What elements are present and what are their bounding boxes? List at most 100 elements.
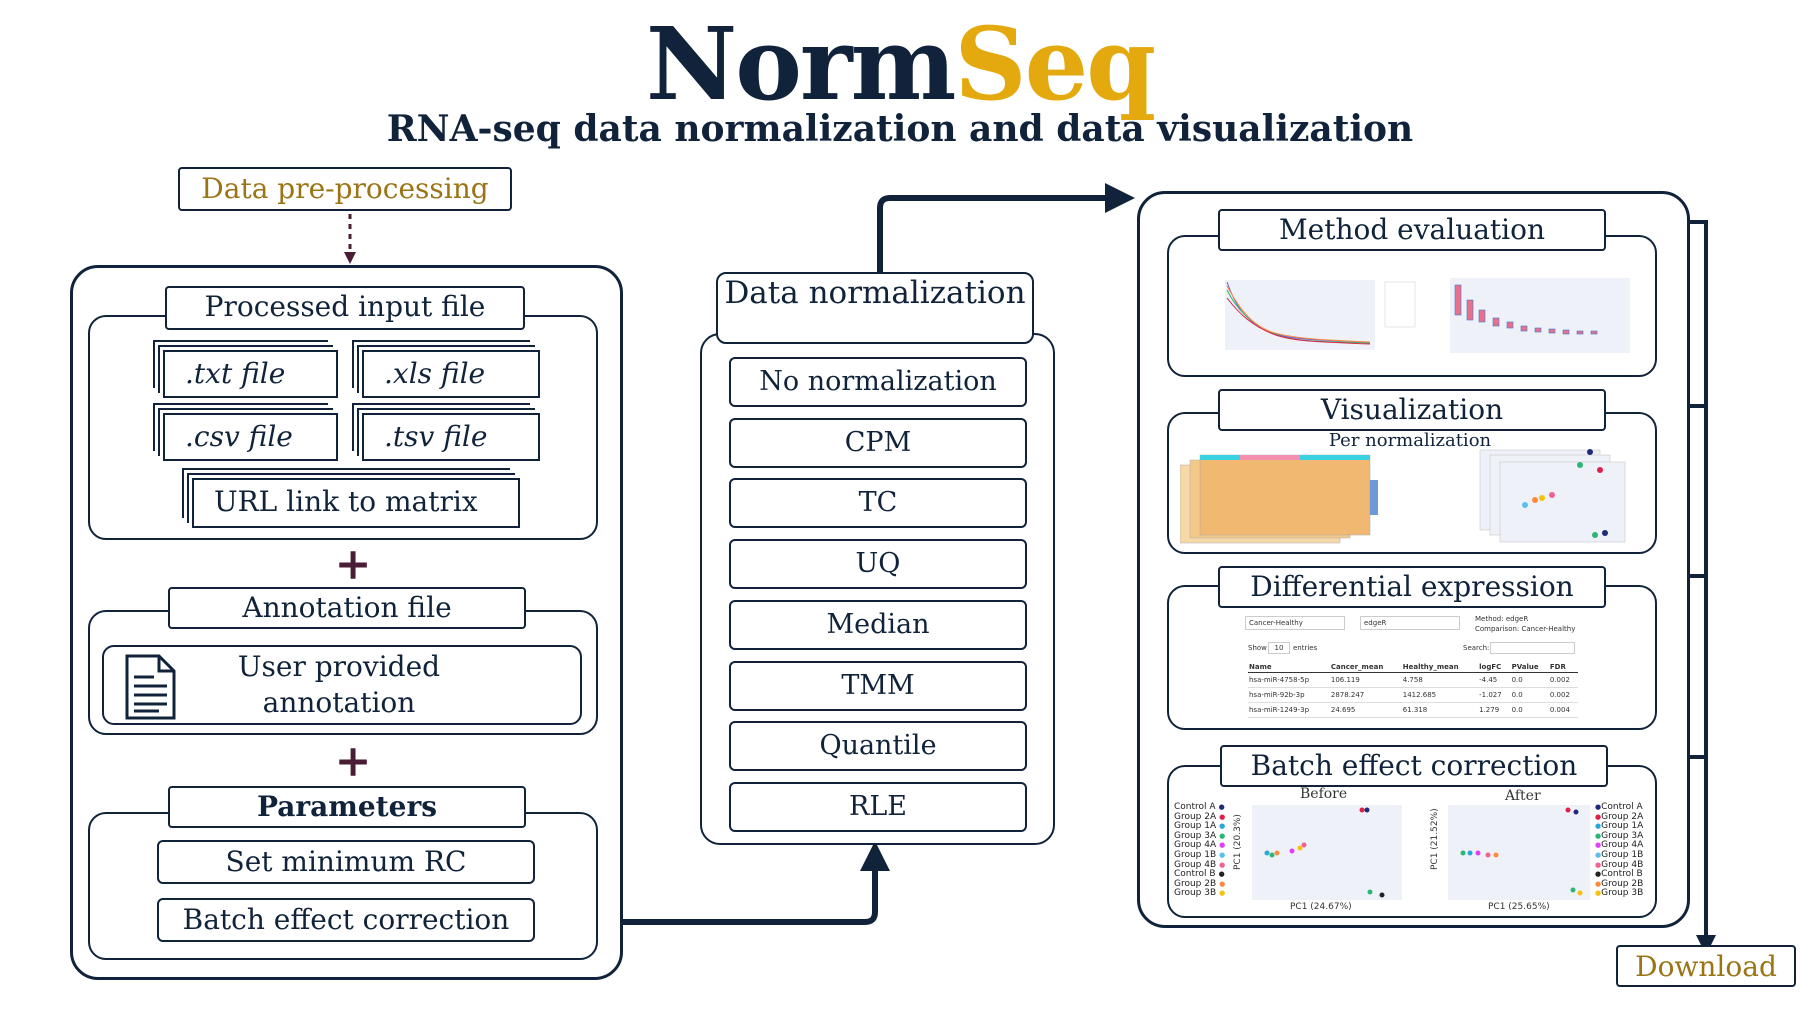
xls-file-option[interactable]: .xls file	[362, 350, 540, 398]
legend-label: Group 2B	[1601, 878, 1644, 889]
method-uq[interactable]: UQ	[729, 539, 1027, 589]
method-evaluation-title: Method evaluation	[1218, 209, 1606, 251]
legend-label: Group 3B	[1174, 888, 1217, 899]
legend-marker-icon: ●	[1219, 822, 1226, 831]
col-logfc[interactable]: logFC	[1478, 662, 1510, 673]
normalization-title: Data normalization	[716, 272, 1034, 344]
annotation-label: User provided annotation	[237, 650, 441, 719]
legend-label: Group 1A	[1174, 821, 1217, 832]
legend-marker-icon: ●	[1218, 803, 1225, 811]
legend-marker-icon: ●	[1219, 850, 1226, 859]
legend-label: Group 2A	[1601, 811, 1644, 822]
table-row: hsa-miR-92b-3p 2878.247 1412.685 -1.027 …	[1248, 688, 1578, 703]
col-fdr[interactable]: FDR	[1549, 662, 1578, 673]
tsv-file-option[interactable]: .tsv file	[362, 413, 540, 461]
download-button[interactable]: Download	[1616, 945, 1796, 987]
batch-correction-parameter[interactable]: Batch effect correction	[157, 898, 535, 942]
parameters-title: Parameters	[168, 786, 526, 828]
after-y-axis: PC1 (21.52%)	[1430, 808, 1440, 870]
after-x-axis: PC1 (25.65%)	[1488, 902, 1550, 912]
txt-file-option[interactable]: .txt file	[163, 350, 338, 398]
annotation-title: Annotation file	[168, 587, 526, 629]
batch-title: Batch effect correction	[1220, 745, 1608, 787]
method-cpm[interactable]: CPM	[729, 418, 1027, 468]
cell: 0.002	[1549, 676, 1570, 684]
col-name[interactable]: Name	[1248, 662, 1330, 673]
entries-label: entries	[1293, 644, 1318, 652]
input-file-title: Processed input file	[165, 286, 525, 330]
cell: 106.119	[1330, 676, 1360, 684]
after-scatter	[1448, 805, 1590, 900]
legend-item: Group 3B ●	[1174, 889, 1244, 899]
before-x-axis: PC1 (24.67%)	[1290, 902, 1352, 912]
visualization-title: Visualization	[1218, 389, 1606, 431]
search-label: Search:	[1463, 644, 1490, 652]
method-quantile[interactable]: Quantile	[729, 721, 1027, 771]
method-rle[interactable]: RLE	[729, 782, 1027, 832]
cell: 2878.247	[1330, 691, 1365, 699]
legend-label: Group 4B	[1174, 859, 1217, 870]
method-evaluation-charts	[1225, 278, 1630, 353]
cell: 1.279	[1479, 706, 1500, 714]
method-line: Method: edgeR	[1475, 615, 1529, 623]
show-select[interactable]: 10	[1268, 642, 1290, 654]
legend-label: Group 2A	[1174, 811, 1217, 822]
url-link-option[interactable]: URL link to matrix	[192, 478, 520, 528]
cell: 1412.685	[1402, 691, 1437, 699]
legend-label: Control A	[1174, 802, 1216, 812]
col-cancer-mean[interactable]: Cancer_mean	[1330, 662, 1402, 673]
legend-marker-icon: ●	[1219, 812, 1226, 821]
after-label: After	[1505, 788, 1541, 804]
cell: hsa-miR-4758-5p	[1249, 676, 1310, 684]
cell: 0.0	[1511, 706, 1523, 714]
batch-legend-after: ●Control A ●Group 2A ●Group 1A ●Group 3A ●Gr…	[1595, 802, 1665, 899]
cell: hsa-miR-1249-3p	[1249, 706, 1310, 714]
preprocessing-label: Data pre-processing	[178, 167, 512, 211]
legend-label: Group 1B	[1601, 849, 1644, 860]
before-y-axis: PC1 (20.3%)	[1233, 814, 1243, 870]
cell: -1.027	[1479, 691, 1502, 699]
legend-label: Control B	[1174, 869, 1216, 880]
legend-label: Group 4B	[1601, 859, 1644, 870]
legend-label: Group 1B	[1174, 849, 1217, 860]
col-pvalue[interactable]: PValue	[1511, 662, 1549, 673]
legend-label: Group 4A	[1601, 840, 1644, 851]
visualization-charts	[1180, 449, 1626, 544]
legend-label: Group 3A	[1174, 830, 1217, 841]
legend-label: Control A	[1601, 802, 1643, 812]
cell: 24.695	[1330, 706, 1356, 714]
col-healthy-mean[interactable]: Healthy_mean	[1402, 662, 1478, 673]
legend-label: Group 3B	[1601, 888, 1644, 899]
cell: 0.004	[1549, 706, 1570, 714]
cell: 61.318	[1402, 706, 1428, 714]
comparison-line: Comparison: Cancer-Healthy	[1475, 625, 1576, 633]
cell: 0.0	[1511, 691, 1523, 699]
method-median[interactable]: Median	[729, 600, 1027, 650]
comparison-select[interactable]: Cancer-Healthy	[1245, 616, 1345, 630]
show-label: Show	[1248, 644, 1267, 652]
user-annotation-item[interactable]: User provided annotation	[102, 645, 582, 725]
min-rc-parameter[interactable]: Set minimum RC	[157, 840, 535, 884]
cell: hsa-miR-92b-3p	[1249, 691, 1305, 699]
legend-marker-icon: ●	[1219, 860, 1226, 869]
cell: -4.45	[1479, 676, 1498, 684]
before-scatter	[1252, 805, 1402, 900]
before-label: Before	[1300, 786, 1348, 802]
legend-label: Control B	[1601, 869, 1643, 880]
legend-marker-icon: ●	[1218, 870, 1225, 879]
cell: 0.002	[1549, 691, 1570, 699]
plus-sign: +	[334, 736, 372, 787]
legend-label: Group 4A	[1174, 840, 1217, 851]
csv-file-option[interactable]: .csv file	[163, 413, 338, 461]
method-tmm[interactable]: TMM	[729, 661, 1027, 711]
table-row: hsa-miR-1249-3p 24.695 61.318 1.279 0.0 …	[1248, 703, 1578, 718]
cell: 0.0	[1511, 676, 1523, 684]
method-no-normalization[interactable]: No normalization	[729, 357, 1027, 407]
document-icon	[125, 654, 176, 720]
table-row: hsa-miR-4758-5p 106.119 4.758 -4.45 0.0 …	[1248, 673, 1578, 688]
search-input[interactable]	[1490, 642, 1575, 654]
differential-title: Differential expression	[1218, 566, 1606, 608]
method-select[interactable]: edgeR	[1360, 616, 1460, 630]
method-tc[interactable]: TC	[729, 478, 1027, 528]
legend-label: Group 1A	[1601, 821, 1644, 832]
